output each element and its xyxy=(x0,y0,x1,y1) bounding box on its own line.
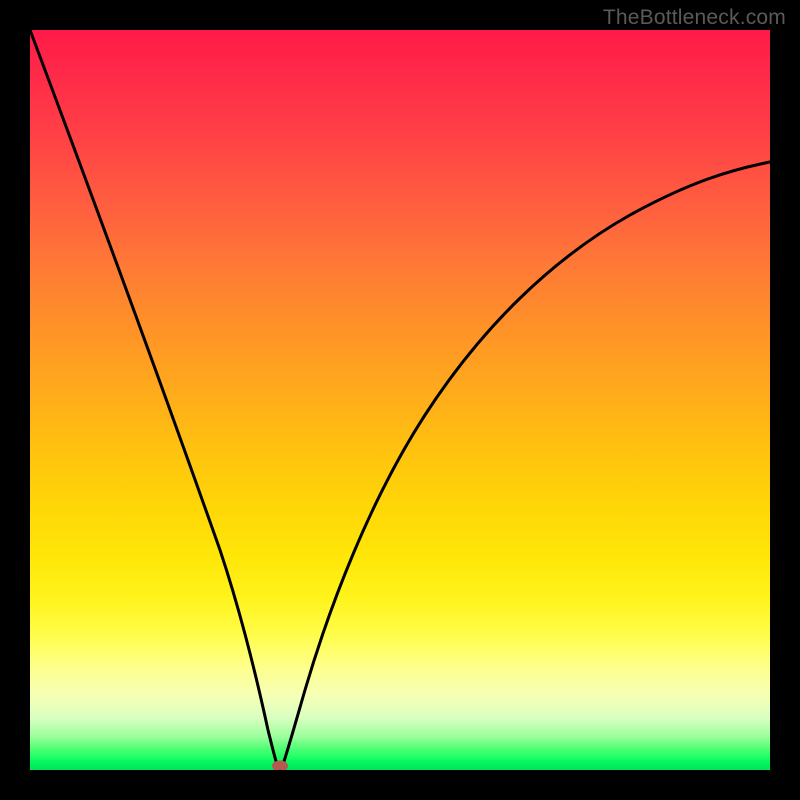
watermark-text: TheBottleneck.com xyxy=(603,6,786,30)
chart-frame: TheBottleneck.com xyxy=(0,0,800,800)
bottleneck-curve xyxy=(30,30,770,767)
curve-svg xyxy=(30,30,770,770)
plot-area xyxy=(30,30,770,770)
optimal-point-marker xyxy=(272,761,288,771)
